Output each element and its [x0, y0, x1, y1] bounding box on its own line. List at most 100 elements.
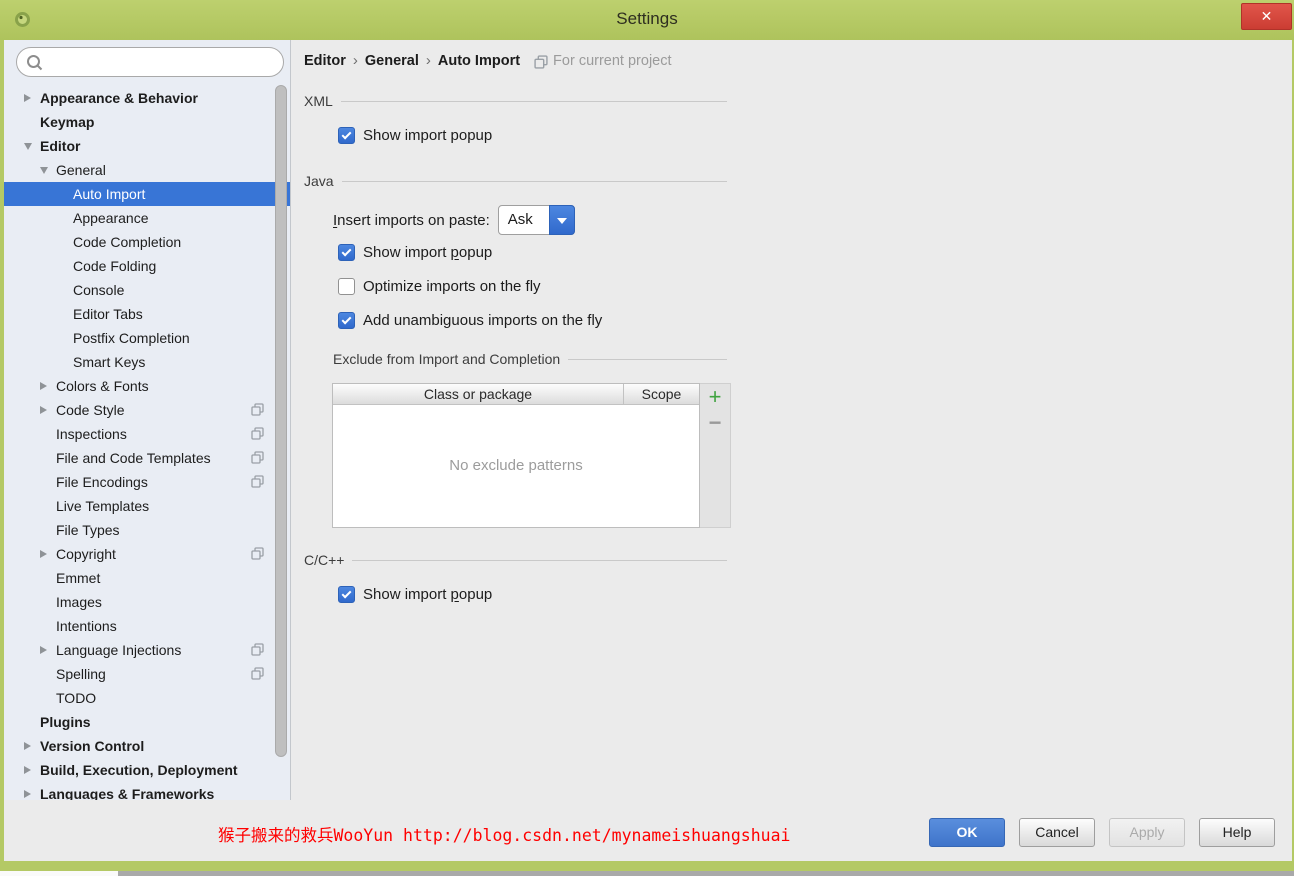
- sidebar-item-colors-fonts[interactable]: Colors & Fonts: [4, 374, 290, 398]
- sidebar-item-keymap[interactable]: Keymap: [4, 110, 290, 134]
- sidebar-item-label: Colors & Fonts: [56, 378, 149, 394]
- sidebar-item-code-style[interactable]: Code Style: [4, 398, 290, 422]
- sidebar-item-file-and-code-templates[interactable]: File and Code Templates: [4, 446, 290, 470]
- chevron-right-icon[interactable]: [40, 382, 47, 390]
- add-unambiguous-imports-checkbox[interactable]: [338, 312, 355, 329]
- xml-show-import-popup-label[interactable]: Show import popup: [363, 127, 492, 144]
- exclude-section-header: Exclude from Import and Completion: [333, 351, 727, 367]
- window-title: Settings: [616, 9, 678, 28]
- sidebar-item-todo[interactable]: TODO: [4, 686, 290, 710]
- chevron-right-icon[interactable]: [40, 550, 47, 558]
- sidebar-item-label: Auto Import: [73, 186, 146, 202]
- help-button[interactable]: Help: [1199, 818, 1275, 847]
- chevron-right-icon[interactable]: [24, 742, 31, 750]
- optimize-imports-checkbox[interactable]: [338, 278, 355, 295]
- search-icon: [27, 55, 43, 71]
- sidebar-item-auto-import[interactable]: Auto Import: [4, 182, 290, 206]
- add-pattern-button[interactable]: +: [700, 384, 730, 412]
- sidebar-item-language-injections[interactable]: Language Injections: [4, 638, 290, 662]
- cpp-show-import-popup-checkbox[interactable]: [338, 586, 355, 603]
- java-show-import-popup-label[interactable]: Show import popup: [363, 244, 492, 261]
- sidebar-item-file-types[interactable]: File Types: [4, 518, 290, 542]
- sidebar-item-editor-tabs[interactable]: Editor Tabs: [4, 302, 290, 326]
- cancel-button[interactable]: Cancel: [1019, 818, 1095, 847]
- sidebar-item-code-completion[interactable]: Code Completion: [4, 230, 290, 254]
- sidebar-item-label: Build, Execution, Deployment: [40, 762, 238, 778]
- sidebar-item-postfix-completion[interactable]: Postfix Completion: [4, 326, 290, 350]
- sidebar-item-copyright[interactable]: Copyright: [4, 542, 290, 566]
- insert-imports-label: Insert imports on paste:: [333, 211, 490, 229]
- chevron-right-icon[interactable]: [40, 406, 47, 414]
- chevron-right-icon[interactable]: [24, 94, 31, 102]
- sidebar-item-inspections[interactable]: Inspections: [4, 422, 290, 446]
- sidebar-item-live-templates[interactable]: Live Templates: [4, 494, 290, 518]
- exclude-patterns-table: Class or package Scope No exclude patter…: [332, 383, 700, 528]
- sidebar-item-label: File Encodings: [56, 474, 148, 490]
- sidebar-item-label: Code Folding: [73, 258, 157, 274]
- sidebar-item-intentions[interactable]: Intentions: [4, 614, 290, 638]
- sidebar-item-console[interactable]: Console: [4, 278, 290, 302]
- sidebar-scrollbar[interactable]: [275, 85, 287, 757]
- chevron-down-icon[interactable]: [40, 167, 48, 174]
- breadcrumb-general[interactable]: General: [365, 53, 419, 69]
- insert-imports-on-paste-select[interactable]: Ask: [497, 205, 575, 235]
- chevron-right-icon[interactable]: [40, 646, 47, 654]
- ok-button[interactable]: OK: [929, 818, 1005, 847]
- sidebar-item-label: Postfix Completion: [73, 330, 190, 346]
- per-project-settings-icon: [251, 427, 264, 440]
- sidebar-item-label: Version Control: [40, 738, 145, 754]
- cpp-show-import-popup-label[interactable]: Show import popup: [363, 586, 492, 603]
- apply-button: Apply: [1109, 818, 1185, 847]
- dropdown-arrow-button[interactable]: [548, 205, 575, 235]
- add-unambiguous-imports-label[interactable]: Add unambiguous imports on the fly: [363, 312, 602, 329]
- settings-content: Editor › General › Auto Import For curre…: [292, 40, 1292, 800]
- insert-imports-selected-value: Ask: [507, 211, 533, 228]
- section-rule: [352, 559, 727, 561]
- cpp-section-title: C/C++: [304, 552, 345, 568]
- chevron-down-icon[interactable]: [24, 143, 32, 150]
- search-input[interactable]: [16, 47, 284, 77]
- sidebar-item-label: Language Injections: [56, 642, 182, 658]
- sidebar-item-file-encodings[interactable]: File Encodings: [4, 470, 290, 494]
- insert-imports-row: Insert imports on paste: Ask: [333, 205, 575, 235]
- chevron-right-icon[interactable]: [24, 766, 31, 774]
- sidebar-item-emmet[interactable]: Emmet: [4, 566, 290, 590]
- cpp-show-import-popup-row: Show import popup: [338, 586, 492, 603]
- settings-tree: Appearance & Behavior Keymap Editor General…: [4, 86, 290, 800]
- sidebar-item-label: Code Completion: [73, 234, 182, 250]
- sidebar-item-code-folding[interactable]: Code Folding: [4, 254, 290, 278]
- per-project-settings-icon: [251, 403, 264, 416]
- sidebar-item-editor[interactable]: Editor: [4, 134, 290, 158]
- remove-pattern-button[interactable]: −: [700, 412, 730, 440]
- java-show-import-popup-checkbox[interactable]: [338, 244, 355, 261]
- sidebar-item-general[interactable]: General: [4, 158, 290, 182]
- optimize-imports-label[interactable]: Optimize imports on the fly: [363, 278, 541, 295]
- sidebar-item-plugins[interactable]: Plugins: [4, 710, 290, 734]
- column-header-class-or-package[interactable]: Class or package: [333, 384, 624, 404]
- sidebar-item-images[interactable]: Images: [4, 590, 290, 614]
- section-rule: [340, 100, 727, 102]
- exclude-table-toolbar: + −: [700, 383, 731, 528]
- sidebar-item-languages-frameworks[interactable]: Languages & Frameworks: [4, 782, 290, 800]
- settings-sidebar: Appearance & Behavior Keymap Editor General…: [4, 40, 291, 800]
- sidebar-item-spelling[interactable]: Spelling: [4, 662, 290, 686]
- sidebar-item-label: File and Code Templates: [56, 450, 211, 466]
- dialog-footer: 猴子搬来的救兵WooYun http://blog.csdn.net/mynam…: [4, 800, 1292, 861]
- xml-show-import-popup-checkbox[interactable]: [338, 127, 355, 144]
- sidebar-item-appearance-behavior[interactable]: Appearance & Behavior: [4, 86, 290, 110]
- sidebar-item-label: Images: [56, 594, 102, 610]
- breadcrumb: Editor › General › Auto Import For curre…: [304, 52, 672, 69]
- footer-buttons: OK Cancel Apply Help: [929, 818, 1275, 847]
- sidebar-item-version-control[interactable]: Version Control: [4, 734, 290, 758]
- per-project-settings-icon: [251, 451, 264, 464]
- sidebar-item-appearance[interactable]: Appearance: [4, 206, 290, 230]
- close-button[interactable]: ✕: [1241, 3, 1292, 30]
- sidebar-item-build-execution-deployment[interactable]: Build, Execution, Deployment: [4, 758, 290, 782]
- chevron-right-icon[interactable]: [24, 790, 31, 798]
- column-header-scope[interactable]: Scope: [624, 384, 699, 404]
- sidebar-item-smart-keys[interactable]: Smart Keys: [4, 350, 290, 374]
- sidebar-item-label: Inspections: [56, 426, 127, 442]
- breadcrumb-editor[interactable]: Editor: [304, 53, 346, 69]
- sidebar-item-label: File Types: [56, 522, 120, 538]
- sidebar-item-label: Appearance & Behavior: [40, 90, 198, 106]
